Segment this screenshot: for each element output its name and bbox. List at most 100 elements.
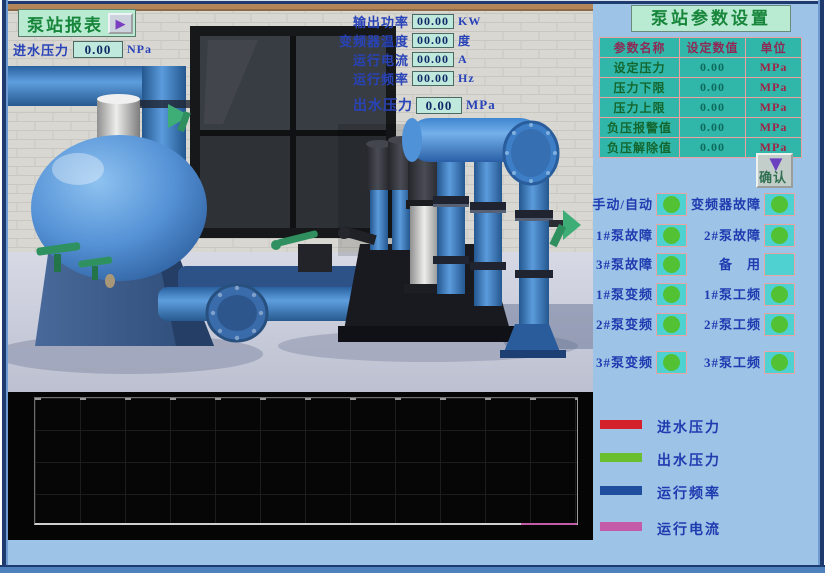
report-button[interactable]: 泵站报表 ▶ — [18, 9, 136, 37]
lamp-icon — [663, 286, 680, 303]
param-name: 压力下限 — [600, 78, 680, 98]
param-value-field[interactable]: 0.00 — [680, 58, 746, 78]
inlet-pressure-readout: 进水压力 0.00 NPa — [13, 40, 152, 59]
lamp-icon — [771, 286, 788, 303]
legend-label: 运行电流 — [657, 519, 721, 539]
status-row: 3#泵变频 3#泵工频 — [593, 351, 819, 375]
lamp-icon — [771, 316, 788, 333]
lamp-icon — [663, 227, 680, 244]
indicator-pump3-mains — [764, 351, 795, 374]
indicator-spare — [764, 253, 795, 276]
legend-swatch — [600, 453, 642, 462]
output-power-unit: KW — [458, 14, 488, 29]
lamp-icon — [663, 196, 680, 213]
status-row: 2#泵变频 2#泵工频 — [593, 313, 819, 337]
legend-item-inlet-pressure: 进水压力 — [593, 417, 819, 433]
lamp-icon — [771, 354, 788, 371]
axis-ticks — [35, 398, 577, 400]
param-value-field[interactable]: 0.00 — [680, 78, 746, 98]
param-value-field[interactable]: 0.00 — [680, 98, 746, 118]
run-frequency-label: 运行频率 — [353, 69, 409, 88]
param-name: 负压解除值 — [600, 138, 680, 158]
legend-label: 运行频率 — [657, 483, 721, 503]
status-label-spare: 备 用 — [689, 253, 761, 277]
window-border-left — [0, 0, 8, 577]
run-current-label: 运行电流 — [353, 50, 409, 69]
inverter-temp-readout: 变频器温度 00.00 度 — [248, 32, 488, 49]
output-power-readout: 输出功率 00.00 KW — [248, 13, 488, 30]
outlet-pressure-value: 0.00 — [416, 97, 462, 114]
param-value-field[interactable]: 0.00 — [680, 138, 746, 158]
legend-label: 出水压力 — [657, 450, 721, 470]
status-label-manual-auto: 手动/自动 — [589, 193, 653, 217]
indicator-pump1-fault — [656, 224, 687, 247]
settings-status-panel: 泵站参数设置 参数名称 设定数值 单位 设定压力 0.00 MPa 压力下限 0… — [593, 4, 819, 566]
run-frequency-unit: Hz — [458, 71, 488, 86]
param-name: 设定压力 — [600, 58, 680, 78]
inverter-temp-unit: 度 — [458, 32, 488, 49]
play-icon[interactable]: ▶ — [108, 13, 133, 34]
indicator-pump2-mains — [764, 313, 795, 336]
outlet-pressure-unit: MPa — [466, 97, 500, 113]
indicator-manual-auto — [656, 193, 687, 216]
lamp-icon — [771, 196, 788, 213]
col-header-name: 参数名称 — [600, 38, 680, 58]
run-frequency-value: 00.00 — [412, 71, 454, 86]
status-label-pump2-fault: 2#泵故障 — [689, 224, 761, 248]
table-header-row: 参数名称 设定数值 单位 — [600, 38, 802, 58]
status-label-pump3-mains: 3#泵工频 — [689, 351, 761, 375]
trend-chart — [8, 392, 593, 540]
pump-station-3d-view: 泵站报表 ▶ 进水压力 0.00 NPa 输出功率 00.00 KW 变频器温度… — [8, 4, 593, 392]
run-current-readout: 运行电流 00.00 A — [248, 51, 488, 68]
table-row: 压力下限 0.00 MPa — [600, 78, 802, 98]
inlet-pressure-unit: NPa — [127, 42, 152, 57]
confirm-button-label: 确认 — [759, 167, 787, 186]
lamp-icon — [663, 316, 680, 333]
lamp-icon — [663, 354, 680, 371]
output-power-label: 输出功率 — [353, 12, 409, 31]
status-row: 手动/自动 变频器故障 — [593, 193, 819, 217]
inlet-pressure-label: 进水压力 — [13, 40, 69, 59]
confirm-button[interactable]: ▼ 确认 — [756, 153, 793, 188]
param-value-field[interactable]: 0.00 — [680, 118, 746, 138]
status-label-pump2-vfd: 2#泵变频 — [589, 313, 653, 337]
legend-label: 进水压力 — [657, 417, 721, 437]
param-unit: MPa — [746, 58, 802, 78]
run-current-value: 00.00 — [412, 52, 454, 67]
indicator-pump3-vfd — [656, 351, 687, 374]
status-label-pump3-vfd: 3#泵变频 — [589, 351, 653, 375]
legend-item-run-frequency: 运行频率 — [593, 483, 819, 499]
outlet-pressure-label: 出水压力 — [353, 95, 413, 115]
status-row: 3#泵故障 备 用 — [593, 253, 819, 277]
lamp-icon — [771, 227, 788, 244]
inverter-temp-label: 变频器温度 — [339, 31, 409, 50]
indicator-inverter-fault — [764, 193, 795, 216]
legend-item-run-current: 运行电流 — [593, 519, 819, 535]
parameter-table: 参数名称 设定数值 单位 设定压力 0.00 MPa 压力下限 0.00 MPa… — [599, 37, 802, 158]
hmi-screen: 泵站报表 ▶ 进水压力 0.00 NPa 输出功率 00.00 KW 变频器温度… — [0, 0, 825, 577]
status-row: 1#泵故障 2#泵故障 — [593, 224, 819, 248]
table-row: 负压报警值 0.00 MPa — [600, 118, 802, 138]
status-label-pump1-vfd: 1#泵变频 — [589, 283, 653, 307]
legend-item-outlet-pressure: 出水压力 — [593, 450, 819, 466]
panel-title: 泵站参数设置 — [631, 5, 791, 32]
indicator-pump3-fault — [656, 253, 687, 276]
col-header-unit: 单位 — [746, 38, 802, 58]
table-row: 压力上限 0.00 MPa — [600, 98, 802, 118]
param-name: 负压报警值 — [600, 118, 680, 138]
param-unit: MPa — [746, 118, 802, 138]
report-button-label: 泵站报表 — [27, 11, 103, 36]
legend-swatch — [600, 522, 642, 531]
col-header-value: 设定数值 — [680, 38, 746, 58]
lamp-icon — [663, 256, 680, 273]
status-row: 1#泵变频 1#泵工频 — [593, 283, 819, 307]
indicator-pump1-mains — [764, 283, 795, 306]
indicator-pump2-vfd — [656, 313, 687, 336]
window-border-bottom — [0, 565, 825, 577]
status-label-pump3-fault: 3#泵故障 — [589, 253, 653, 277]
output-power-value: 00.00 — [412, 14, 454, 29]
indicator-pump2-fault — [764, 224, 795, 247]
legend-swatch — [600, 486, 642, 495]
param-name: 压力上限 — [600, 98, 680, 118]
table-row: 设定压力 0.00 MPa — [600, 58, 802, 78]
